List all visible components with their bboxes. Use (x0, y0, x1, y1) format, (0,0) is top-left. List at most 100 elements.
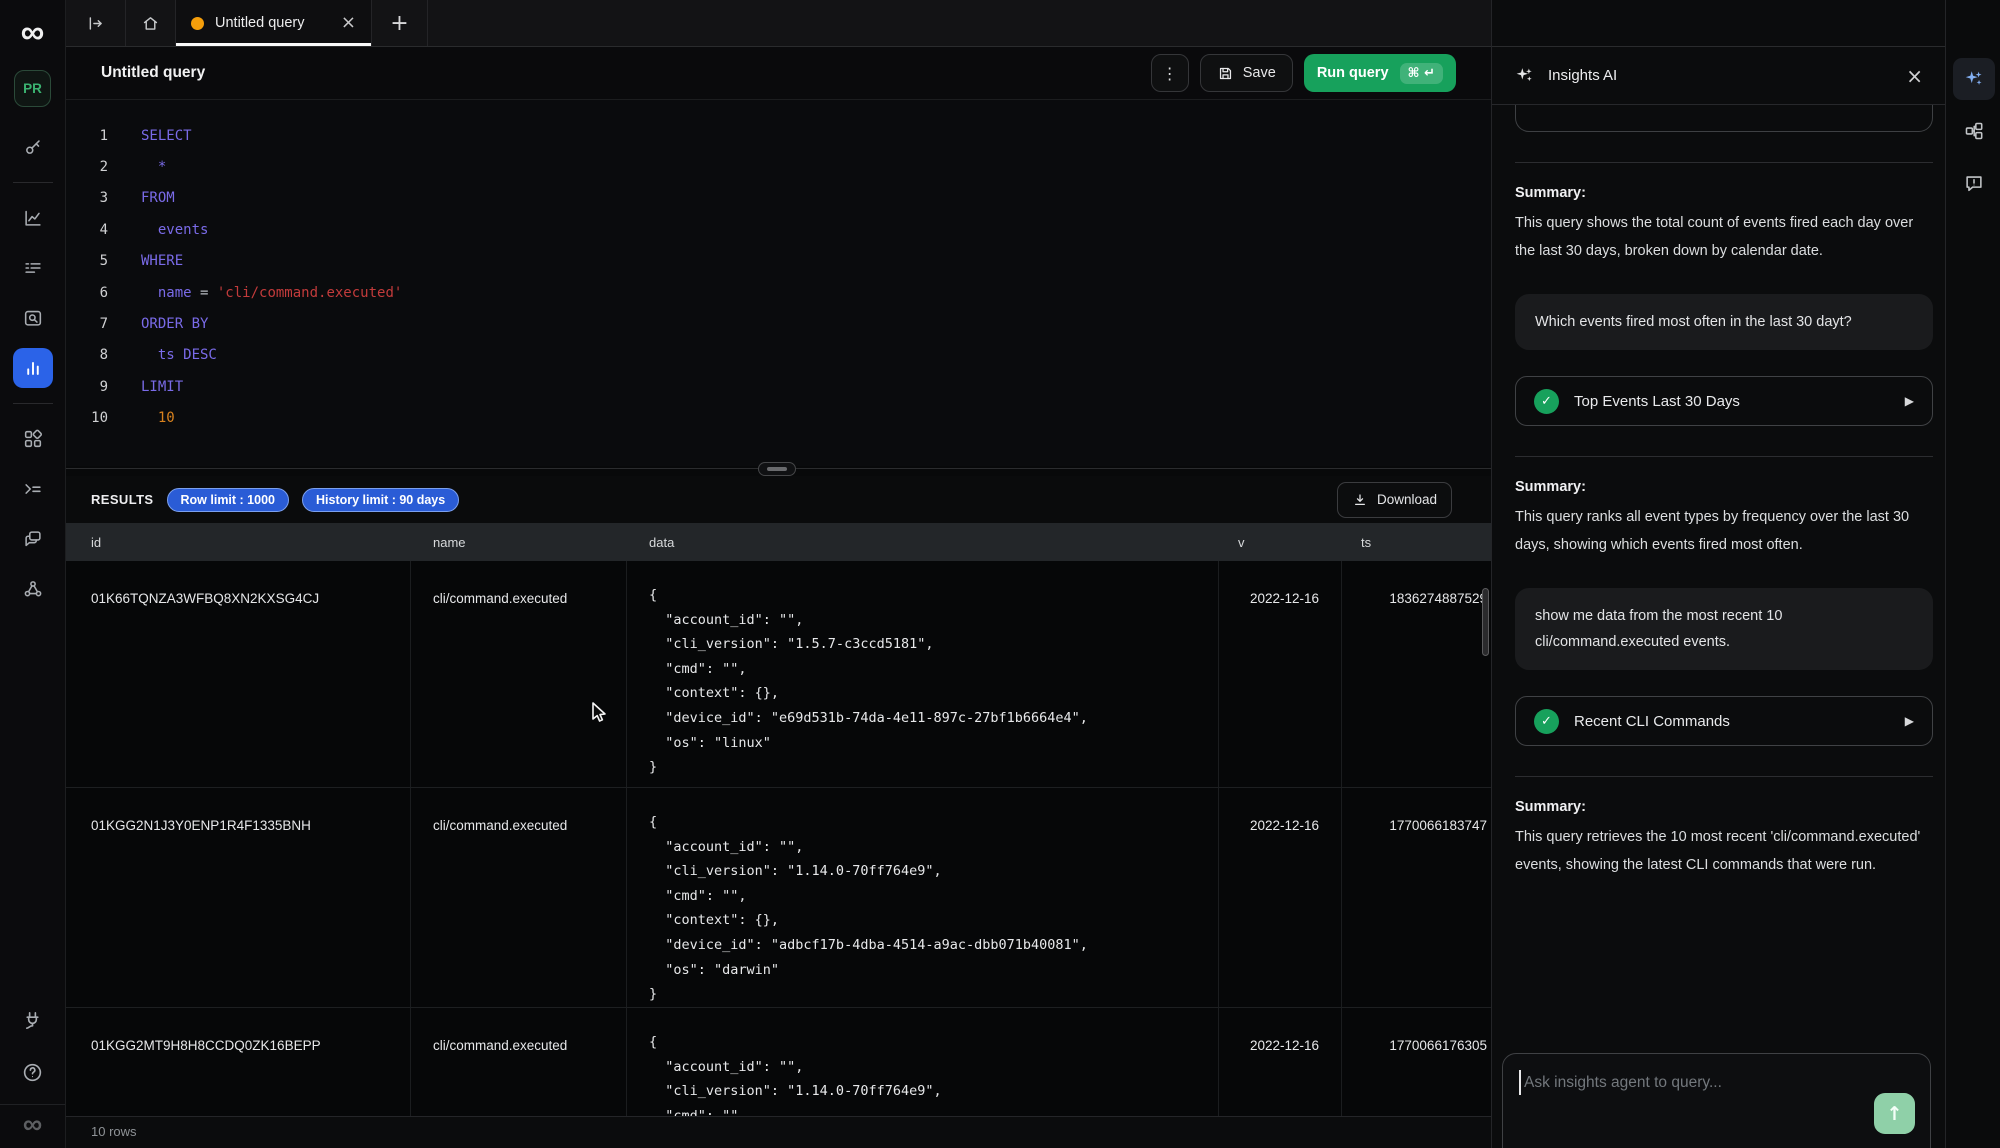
table-scrollbar[interactable] (1482, 588, 1489, 656)
line-number: 1 (66, 128, 108, 144)
code-text: ORDER BY (141, 316, 208, 332)
column-header-name[interactable]: name (411, 535, 627, 550)
home-button[interactable] (126, 0, 176, 46)
save-label: Save (1243, 65, 1276, 81)
close-tab-icon[interactable]: × (341, 14, 356, 32)
cell-ts: 1836274887529 (1342, 561, 1491, 787)
row-count: 10 rows (91, 1124, 137, 1139)
code-line: 2 * (66, 151, 1491, 182)
cell-data: { "account_id": "", "cli_version": "1.5.… (627, 561, 1219, 787)
summary-label: Summary: (1515, 185, 1933, 201)
rail-item-sparkles[interactable] (1953, 58, 1995, 100)
bar-chart-icon (22, 357, 44, 379)
workspace-avatar[interactable]: PR (14, 70, 51, 107)
code-text: LIMIT (141, 379, 183, 395)
insights-header: Insights AI × (1492, 47, 1945, 105)
help-icon (21, 1061, 44, 1084)
run-query-button[interactable]: Run query ⌘ ↵ (1304, 54, 1456, 92)
line-number: 6 (66, 285, 108, 301)
column-header-v[interactable]: v (1219, 535, 1342, 550)
insights-panel: Insights AI × Summary: This query shows t… (1491, 0, 1945, 1148)
query-card[interactable]: ✓Top Events Last 30 Days▶ (1515, 376, 1933, 426)
code-line: 1SELECT (66, 120, 1491, 151)
code-text: name = 'cli/command.executed' (141, 285, 402, 301)
column-header-id[interactable]: id (66, 535, 411, 550)
insights-divider (1515, 456, 1933, 457)
sparkles-icon (1963, 68, 1985, 90)
save-button[interactable]: Save (1200, 54, 1293, 92)
code-text: FROM (141, 190, 175, 206)
cell-id: 01KGG2N1J3Y0ENP1R4F1335BNH (66, 788, 411, 1007)
summary-text: This query shows the total count of even… (1515, 210, 1930, 265)
sidebar-item-flow[interactable] (13, 569, 53, 609)
play-icon[interactable]: ▶ (1905, 394, 1914, 408)
left-sidebar: ∞ PR ∞ (0, 0, 66, 1148)
line-number: 3 (66, 190, 108, 206)
insights-top-strip (1492, 0, 1945, 47)
tab-untitled-query[interactable]: Untitled query × (176, 0, 372, 46)
sql-editor[interactable]: 1SELECT2 *3FROM4 events5WHERE6 name = 'c… (66, 100, 1491, 466)
summary-label: Summary: (1515, 479, 1933, 495)
line-number: 2 (66, 159, 108, 175)
sidebar-item-terminal[interactable] (13, 469, 53, 509)
insights-input[interactable]: Ask insights agent to query... ↑ (1502, 1053, 1931, 1148)
code-line: 5 WHERE (66, 246, 1491, 277)
close-panel-icon[interactable]: × (1906, 66, 1923, 86)
insights-body: Summary: This query shows the total count… (1492, 105, 1945, 1148)
rail-item-feedback[interactable] (1953, 162, 1995, 204)
code-text: * (141, 159, 166, 175)
new-tab-button[interactable]: + (372, 0, 428, 46)
sidebar-item-search-doc[interactable] (13, 298, 53, 338)
summary-label: Summary: (1515, 799, 1933, 815)
resize-handle[interactable] (758, 462, 796, 476)
sidebar-item-chat[interactable] (13, 519, 53, 559)
user-question-bubble: show me data from the most recent 10 cli… (1515, 588, 1933, 670)
table-row[interactable]: 01K66TQNZA3WFBQ8XN2KXSG4CJcli/command.ex… (66, 561, 1491, 788)
code-line: 10 10 (66, 403, 1491, 434)
send-button[interactable]: ↑ (1874, 1093, 1915, 1134)
flow-icon (22, 578, 44, 600)
cell-v: 2022-12-16 (1219, 788, 1342, 1007)
sidebar-item-plug[interactable] (13, 1000, 53, 1040)
history-limit-badge[interactable]: History limit : 90 days (302, 488, 459, 512)
more-options-button[interactable]: ⋮ (1151, 54, 1189, 92)
sidebar-item-key[interactable] (13, 127, 53, 167)
code-line: 3 FROM (66, 183, 1491, 214)
sidebar-item-bar-chart[interactable] (13, 348, 53, 388)
mouse-cursor (588, 700, 612, 729)
pane-divider (66, 466, 1491, 476)
input-placeholder: Ask insights agent to query... (1524, 1074, 1722, 1092)
code-text: WHERE (141, 253, 183, 269)
brand-logo-icon[interactable]: ∞ (21, 10, 45, 54)
grid-icon (22, 428, 44, 450)
json-data: { "account_id": "", "cli_version": "1.5.… (649, 583, 1218, 780)
sidebar-bottom-divider (0, 1104, 65, 1105)
cell-name: cli/command.executed (411, 561, 627, 787)
cell-v: 2022-12-16 (1219, 561, 1342, 787)
table-row[interactable]: 01KGG2N1J3Y0ENP1R4F1335BNHcli/command.ex… (66, 788, 1491, 1008)
download-icon (1352, 492, 1368, 508)
column-header-data[interactable]: data (627, 535, 1219, 550)
row-limit-badge[interactable]: Row limit : 1000 (167, 488, 289, 512)
code-line: 8 ts DESC (66, 340, 1491, 371)
json-data: { "account_id": "", "cli_version": "1.14… (649, 810, 1218, 1007)
unsaved-dot-icon (191, 17, 204, 30)
rail-item-tree[interactable] (1953, 110, 1995, 152)
play-icon[interactable]: ▶ (1905, 714, 1914, 728)
sidebar-item-grid[interactable] (13, 419, 53, 459)
check-circle-icon: ✓ (1534, 389, 1559, 414)
sidebar-item-help[interactable] (13, 1052, 53, 1092)
insights-divider (1515, 776, 1933, 777)
home-icon (141, 14, 160, 33)
collapse-sidebar-button[interactable] (66, 0, 126, 46)
download-button[interactable]: Download (1337, 482, 1452, 518)
sidebar-item-line-chart[interactable] (13, 198, 53, 238)
column-header-ts[interactable]: ts (1342, 535, 1491, 550)
line-number: 5 (66, 253, 108, 269)
query-card[interactable]: ✓Recent CLI Commands▶ (1515, 696, 1933, 746)
code-text: ts DESC (141, 347, 217, 363)
line-number: 4 (66, 222, 108, 238)
app-window: ∞ PR ∞ Untitled query × (0, 0, 2000, 1148)
code-text: 10 (141, 410, 175, 426)
sidebar-item-list[interactable] (13, 248, 53, 288)
